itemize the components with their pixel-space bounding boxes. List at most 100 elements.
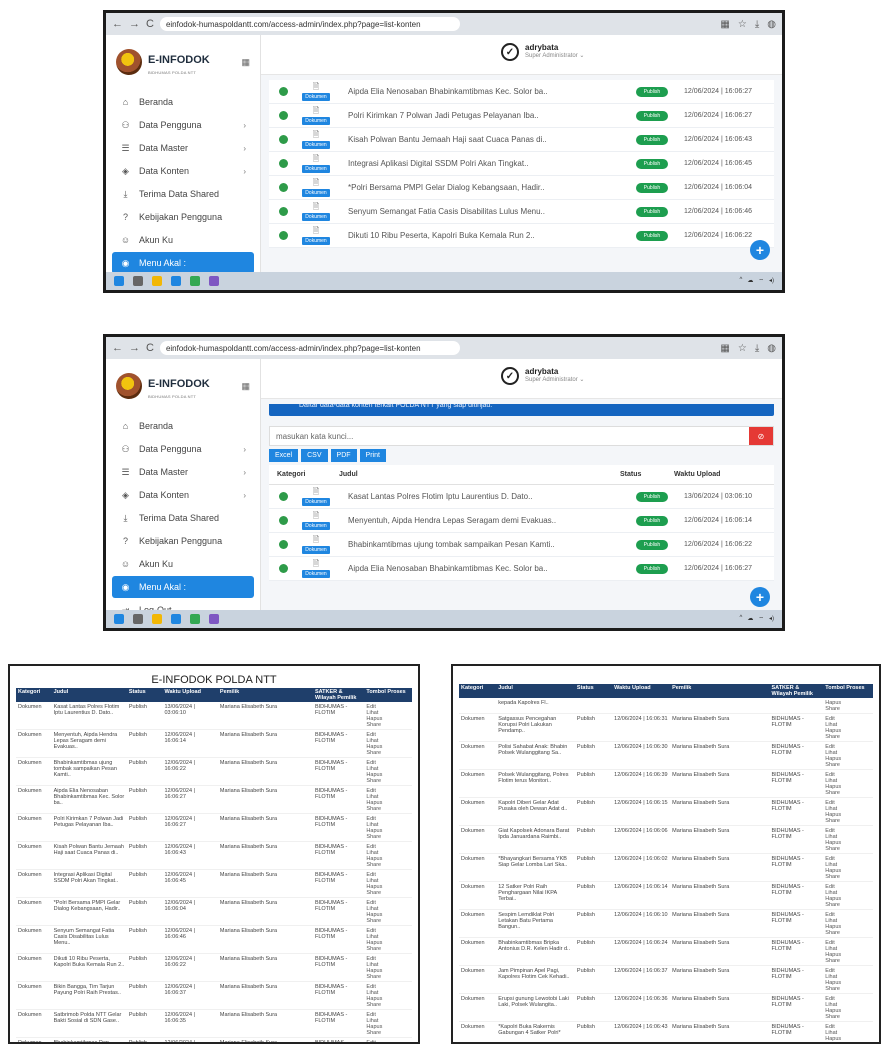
category-badge[interactable]: Dokumen [302, 164, 330, 173]
header-kategori[interactable]: Kategori [269, 471, 329, 478]
category-badge[interactable]: Dokumen [302, 236, 330, 245]
category-badge[interactable]: Dokumen [302, 545, 330, 554]
sidebar-item-menu-akal[interactable]: ◉ Menu Akal : [112, 252, 254, 274]
menu-icon: ◉ [121, 257, 130, 268]
expand-toggle-icon[interactable] [279, 159, 288, 168]
sidebar-item-akun-ku[interactable]: ☺ Akun Ku [112, 553, 254, 575]
sidebar-item-terima-data-shared[interactable]: ⤓ Terima Data Shared [112, 507, 254, 529]
reload-icon[interactable]: C [146, 342, 154, 354]
forward-icon[interactable]: → [129, 342, 140, 354]
back-icon[interactable]: ← [112, 18, 123, 30]
chrome-icon[interactable] [190, 614, 200, 624]
sidebar-item-data-konten[interactable]: ◈ Data Konten › [112, 484, 254, 506]
item-title[interactable]: Aipda Elia Nenosaban Bhabinkamtibmas Kec… [348, 564, 620, 573]
item-title[interactable]: Aipda Elia Nenosaban Bhabinkamtibmas Kec… [348, 87, 620, 96]
sidebar-item-data-master[interactable]: ☰ Data Master › [112, 137, 254, 159]
category-badge[interactable]: Dokumen [302, 212, 330, 221]
start-icon[interactable] [114, 276, 124, 286]
sidebar-item-beranda[interactable]: ⌂ Beranda [112, 415, 254, 437]
start-icon[interactable] [114, 614, 124, 624]
expand-toggle-icon[interactable] [279, 111, 288, 120]
table-cell: Edit Lihat Hapus Share [823, 769, 873, 798]
files-icon[interactable] [152, 276, 162, 286]
sidebar-item-kebijakan-pengguna[interactable]: ? Kebijakan Pengguna [112, 530, 254, 552]
add-content-button[interactable]: + [750, 240, 770, 260]
category-badge[interactable]: Dokumen [302, 497, 330, 506]
sidebar-item-data-pengguna[interactable]: ⚇ Data Pengguna › [112, 114, 254, 136]
sidebar-item-terima-data-shared[interactable]: ⤓ Terima Data Shared [112, 183, 254, 205]
expand-toggle-icon[interactable] [279, 492, 288, 501]
header-judul[interactable]: Judul [329, 471, 620, 478]
search-icon[interactable] [133, 276, 143, 286]
pdf-column-header: Pemilik [670, 684, 770, 698]
item-title[interactable]: Dikuti 10 Ribu Peserta, Kapolri Buka Kem… [348, 231, 620, 240]
expand-toggle-icon[interactable] [279, 564, 288, 573]
sidebar-item-data-master[interactable]: ☰ Data Master › [112, 461, 254, 483]
item-title[interactable]: Senyum Semangat Fatia Casis Disabilitas … [348, 207, 620, 216]
edge-icon[interactable] [171, 276, 181, 286]
item-title[interactable]: Integrasi Aplikasi Digital SSDM Polri Ak… [348, 159, 620, 168]
grid-menu-icon[interactable]: ▦ [241, 57, 250, 68]
table-row: Dokumen Jam Pimpinan Apel Pagi, Kapolres … [459, 965, 873, 994]
app-icon[interactable] [209, 614, 219, 624]
sidebar-item-beranda[interactable]: ⌂ Beranda [112, 91, 254, 113]
add-content-button[interactable]: + [750, 587, 770, 607]
search-icon[interactable] [133, 614, 143, 624]
star-icon[interactable]: ☆ [738, 19, 747, 30]
export-print-button[interactable]: Print [359, 449, 386, 462]
download-icon[interactable]: ⤓ [755, 343, 759, 354]
address-bar[interactable]: einfodok-humaspoldantt.com/access-admin/… [159, 17, 460, 31]
address-bar[interactable]: einfodok-humaspoldantt.com/access-admin/… [159, 341, 460, 355]
export-csv-button[interactable]: CSV [301, 449, 328, 462]
item-title[interactable]: Bhabinkamtibmas ujung tombak sampaikan P… [348, 540, 620, 549]
expand-toggle-icon[interactable] [279, 516, 288, 525]
extensions-icon[interactable]: ▦ [720, 343, 729, 354]
search-input[interactable]: masukan kata kunci... [270, 432, 749, 441]
extensions-icon[interactable]: ▦ [720, 19, 729, 30]
forward-icon[interactable]: → [129, 18, 140, 30]
document-icon: 🗎 [312, 153, 320, 163]
item-title[interactable]: Kisah Polwan Bantu Jemaah Haji saat Cuac… [348, 135, 620, 144]
item-title[interactable]: *Polri Bersama PMPI Gelar Dialog Kebangs… [348, 183, 620, 192]
edge-icon[interactable] [171, 614, 181, 624]
category-badge[interactable]: Dokumen [302, 140, 330, 149]
header-waktu-upload[interactable]: Waktu Upload [674, 471, 774, 478]
expand-toggle-icon[interactable] [279, 135, 288, 144]
grid-menu-icon[interactable]: ▦ [241, 381, 250, 392]
sidebar-item-akun-ku[interactable]: ☺ Akun Ku [112, 229, 254, 251]
files-icon[interactable] [152, 614, 162, 624]
download-icon[interactable]: ⤓ [755, 19, 759, 30]
expand-toggle-icon[interactable] [279, 207, 288, 216]
category-badge[interactable]: Dokumen [302, 188, 330, 197]
item-title[interactable]: Polri Kirimkan 7 Polwan Jadi Petugas Pel… [348, 111, 620, 120]
sidebar-item-kebijakan-pengguna[interactable]: ? Kebijakan Pengguna [112, 206, 254, 228]
chrome-icon[interactable] [190, 276, 200, 286]
user-name-text: adrybata [525, 367, 559, 377]
category-badge[interactable]: Dokumen [302, 92, 330, 101]
category-badge[interactable]: Dokumen [302, 569, 330, 578]
sidebar-item-menu-akal[interactable]: ◉ Menu Akal : [112, 576, 254, 598]
user-name-text: adrybata [525, 43, 559, 53]
export-pdf-button[interactable]: PDF [330, 449, 357, 462]
item-title[interactable]: Menyentuh, Aipda Hendra Lepas Seragam de… [348, 516, 620, 525]
star-icon[interactable]: ☆ [738, 343, 747, 354]
category-badge[interactable]: Dokumen [302, 116, 330, 125]
sidebar-item-data-pengguna[interactable]: ⚇ Data Pengguna › [112, 438, 254, 460]
reload-icon[interactable]: C [146, 18, 154, 30]
sidebar-item-data-konten[interactable]: ◈ Data Konten › [112, 160, 254, 182]
profile-icon[interactable]: ◍ [767, 343, 776, 354]
search-clear-button[interactable]: ⊘ [749, 427, 773, 445]
user-menu[interactable]: ✓ adrybata Super Administrator ⌄ [501, 43, 584, 61]
user-menu[interactable]: ✓ adrybata Super Administrator ⌄ [501, 367, 584, 385]
expand-toggle-icon[interactable] [279, 231, 288, 240]
category-badge[interactable]: Dokumen [302, 521, 330, 530]
back-icon[interactable]: ← [112, 342, 123, 354]
expand-toggle-icon[interactable] [279, 540, 288, 549]
app-icon[interactable] [209, 276, 219, 286]
profile-icon[interactable]: ◍ [767, 19, 776, 30]
expand-toggle-icon[interactable] [279, 183, 288, 192]
export-excel-button[interactable]: Excel [269, 449, 299, 462]
item-title[interactable]: Kasat Lantas Polres Flotim Iptu Laurenti… [348, 492, 620, 501]
expand-toggle-icon[interactable] [279, 87, 288, 96]
header-status[interactable]: Status [620, 471, 674, 478]
